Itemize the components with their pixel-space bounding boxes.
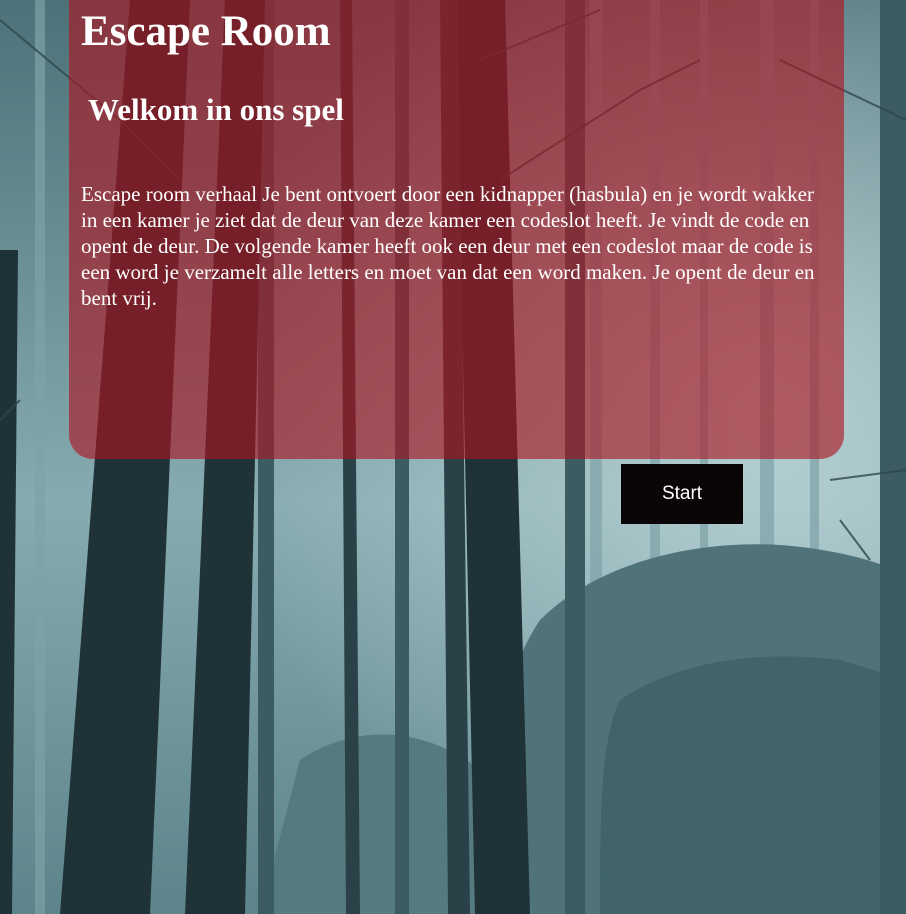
page-title: Escape Room — [81, 8, 331, 55]
start-button[interactable]: Start — [621, 464, 743, 524]
intro-panel: Escape Room Welkom in ons spel Escape ro… — [69, 0, 844, 459]
welcome-heading: Welkom in ons spel — [88, 92, 344, 127]
story-text: Escape room verhaal Je bent ontvoert doo… — [81, 182, 815, 310]
